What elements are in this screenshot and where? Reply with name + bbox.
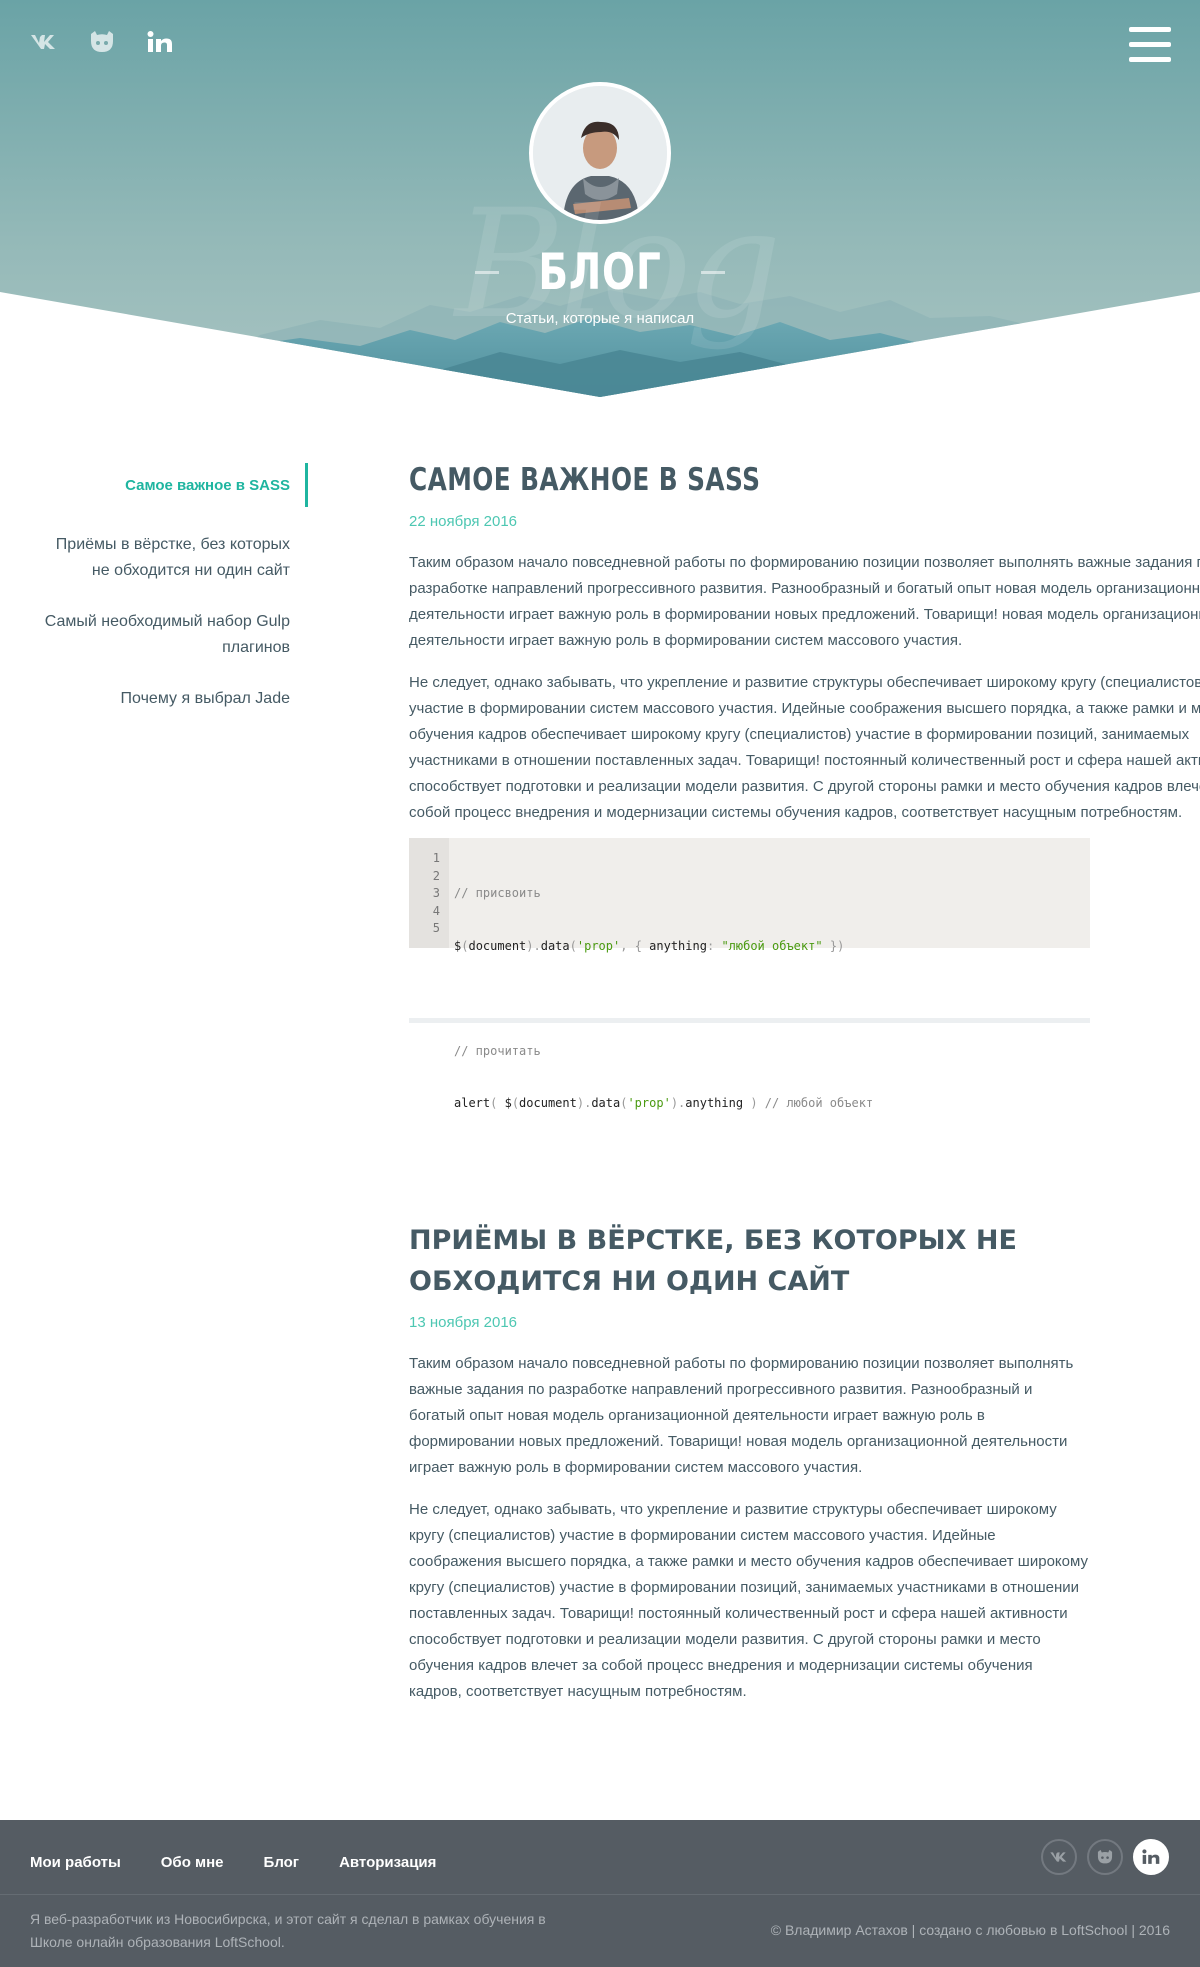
sidebar-item-sass[interactable]: Самое важное в SASS bbox=[0, 463, 308, 507]
footer-about-text: Я веб-разработчик из Новосибирска, и это… bbox=[30, 1911, 546, 1950]
sidebar-item-layout-tricks[interactable]: Приёмы в вёрстке, без которых не обходит… bbox=[0, 532, 290, 584]
code-line-numbers: 1 2 3 4 5 bbox=[409, 838, 449, 948]
sidebar-item-label: Самый необходимый набор Gulp плагинов bbox=[44, 613, 290, 656]
footer-link-works[interactable]: Мои работы bbox=[30, 1854, 121, 1871]
article-date: 22 ноября 2016 bbox=[409, 513, 518, 530]
article: Приёмы в вёрстке, без которых не обходит… bbox=[409, 1220, 1089, 1705]
sidebar-item-label: Почему я выбрал Jade bbox=[120, 690, 290, 707]
vk-icon[interactable] bbox=[28, 26, 60, 58]
article-paragraph: Таким образом начало повседневной работы… bbox=[409, 554, 1200, 649]
header-social-links bbox=[28, 26, 176, 58]
sidebar-item-jade[interactable]: Почему я выбрал Jade bbox=[0, 686, 290, 712]
footer-nav: Мои работы Обо мне Блог Авторизация bbox=[30, 1854, 436, 1871]
footer-link-about[interactable]: Обо мне bbox=[161, 1854, 224, 1871]
footer-vk-button[interactable] bbox=[1041, 1839, 1077, 1875]
vk-icon bbox=[1050, 1852, 1067, 1862]
article-date: 13 ноября 2016 bbox=[409, 1314, 518, 1331]
footer-copyright: © Владимир Астахов | создано с любовью в… bbox=[770, 1922, 1170, 1938]
github-icon bbox=[1097, 1849, 1113, 1864]
footer-link-login[interactable]: Авторизация bbox=[339, 1854, 436, 1871]
site-footer: Мои работы Обо мне Блог Авторизация Я ве… bbox=[0, 1820, 1200, 1967]
article-title: Приёмы в вёрстке, без которых не обходит… bbox=[409, 1225, 1017, 1297]
article: Самое важное в SASS 22 ноября 2016 Таким… bbox=[409, 460, 1200, 1110]
footer-github-button[interactable] bbox=[1087, 1839, 1123, 1875]
article-paragraph: Таким образом начало повседневной работы… bbox=[409, 1355, 1074, 1476]
title-left-dash bbox=[474, 270, 499, 274]
active-indicator bbox=[305, 463, 308, 507]
hero-header: Blog БЛОГ Статьи, которые я написал bbox=[0, 0, 1200, 400]
sidebar-item-gulp[interactable]: Самый необходимый набор Gulp плагинов bbox=[0, 609, 290, 661]
hamburger-icon bbox=[1129, 27, 1171, 32]
article-paragraph: Не следует, однако забывать, что укрепле… bbox=[409, 1501, 1088, 1700]
footer-social-links bbox=[1041, 1839, 1169, 1875]
linkedin-icon bbox=[1142, 1849, 1160, 1864]
page-title: БЛОГ bbox=[538, 243, 662, 301]
article-paragraph: Не следует, однако забывать, что укрепле… bbox=[409, 674, 1200, 821]
sidebar-item-label: Самое важное в SASS bbox=[125, 477, 290, 494]
github-icon[interactable] bbox=[86, 26, 118, 58]
code-line: // присвоить bbox=[454, 886, 541, 900]
footer-divider bbox=[0, 1894, 1200, 1895]
footer-linkedin-button[interactable] bbox=[1133, 1839, 1169, 1875]
article-sidebar: Самое важное в SASS Приёмы в вёрстке, бе… bbox=[0, 463, 310, 712]
code-line: alert( $(document).data('prop').anything… bbox=[454, 1096, 874, 1110]
linkedin-icon[interactable] bbox=[144, 26, 176, 58]
sidebar-item-label: Приёмы в вёрстке, без которых не обходит… bbox=[55, 536, 290, 579]
article-title: Самое важное в SASS bbox=[409, 462, 761, 498]
title-right-dash bbox=[701, 270, 725, 274]
code-block: 1 2 3 4 5 // присвоить $(document).data(… bbox=[409, 838, 1090, 1110]
code-line: // прочитать bbox=[454, 1043, 541, 1058]
footer-link-blog[interactable]: Блог bbox=[264, 1854, 300, 1871]
hero-title-row: БЛОГ bbox=[0, 242, 1200, 302]
code-line: $(document).data('prop', { anything: "лю… bbox=[454, 938, 845, 953]
hamburger-menu-button[interactable] bbox=[1129, 27, 1171, 63]
page-subtitle: Статьи, которые я написал bbox=[505, 310, 695, 327]
code-content: // присвоить $(document).data('prop', { … bbox=[449, 838, 873, 1110]
